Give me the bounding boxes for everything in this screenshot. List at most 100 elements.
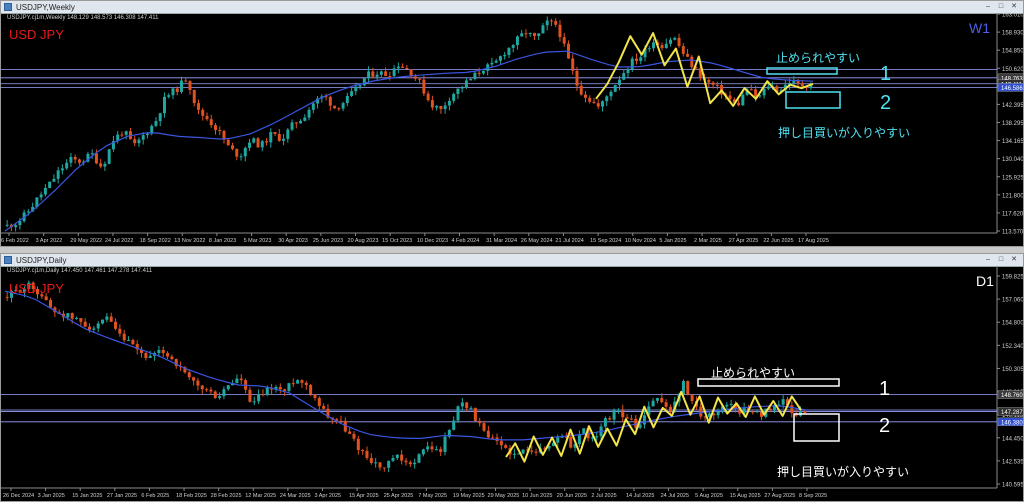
candle-body: [669, 39, 673, 44]
candle-body: [175, 88, 179, 92]
candle-body: [498, 56, 502, 61]
candle-body: [354, 86, 358, 92]
x-tick-label: 17 Aug 2025: [798, 238, 829, 244]
candle-body: [673, 37, 677, 40]
candle-body: [287, 383, 291, 391]
candle-body: [277, 134, 281, 141]
candle-body: [469, 78, 473, 81]
candle-body: [664, 43, 668, 49]
candle-body: [382, 467, 386, 469]
candle-body: [131, 340, 135, 345]
x-tick-label: 24 Jul 2025: [661, 493, 689, 499]
candle-body: [762, 88, 766, 96]
close-button[interactable]: ✕: [1009, 256, 1019, 264]
x-tick-label: 27 Aug 2025: [764, 493, 795, 499]
window-title: USDJPY,Weekly: [16, 2, 75, 12]
x-tick-label: 7 May 2025: [418, 493, 447, 499]
candle-body: [235, 148, 239, 157]
candle-body: [504, 445, 508, 448]
candle-body: [345, 95, 349, 104]
daily-price-chart[interactable]: 159.825157.060154.800152.340150.305148.0…: [1, 266, 1024, 502]
x-tick-label: 24 Jul 2022: [105, 238, 133, 244]
x-tick-label: 13 Nov 2022: [174, 238, 205, 244]
symbol-label: USD JPY: [9, 281, 64, 296]
candle-body: [583, 94, 587, 98]
candle-body: [621, 409, 625, 418]
minimize-button[interactable]: –: [983, 256, 993, 264]
candle-body: [170, 356, 174, 360]
candle-body: [421, 449, 425, 455]
weekly-price-chart[interactable]: 163.010158.930154.850150.620146.515142.3…: [1, 13, 1024, 247]
daily-chart-window[interactable]: USDJPY,Daily – □ ✕ 159.825 157.060 154.800…: [0, 253, 1024, 502]
x-tick-label: 15 Apr 2025: [349, 493, 379, 499]
close-button[interactable]: ✕: [1009, 3, 1019, 11]
candle-body: [384, 71, 388, 77]
candle-body: [365, 450, 369, 458]
x-tick-label: 2 Jul 2025: [591, 493, 616, 499]
candle-body: [235, 378, 239, 384]
candle-body: [613, 85, 617, 92]
support-annotation-text: 押し目買いが入りやすい: [778, 125, 910, 140]
maximize-button[interactable]: □: [996, 3, 1006, 11]
candle-body: [754, 89, 758, 97]
candle-body: [350, 91, 354, 96]
x-tick-label: 2 Mar 2025: [694, 238, 722, 244]
candle-body: [481, 70, 485, 74]
candle-body: [642, 415, 646, 425]
candle-body: [367, 71, 371, 79]
resistance-zone-box: [697, 378, 840, 387]
candle-body: [392, 68, 396, 77]
weekly-chart-window[interactable]: USDJPY,Weekly – □ ✕ 163.010 158.930 154.85…: [0, 0, 1024, 247]
candle-body: [439, 449, 443, 452]
y-tick-label: 152.340: [1002, 344, 1024, 350]
x-tick-label: 3 Apr 2022: [36, 238, 63, 244]
candle-body: [213, 391, 217, 398]
price-tag-label: 146.380: [1001, 420, 1023, 426]
x-tick-label: 12 Mar 2025: [245, 493, 276, 499]
candle-body: [668, 406, 672, 412]
candle-body: [465, 402, 469, 409]
candle-body: [222, 389, 226, 397]
candle-body: [507, 47, 511, 56]
candle-body: [534, 451, 538, 453]
candle-body: [252, 138, 256, 143]
candle-body: [608, 418, 612, 420]
candle-body: [162, 96, 166, 114]
candle-body: [313, 394, 317, 398]
maximize-button[interactable]: □: [996, 256, 1006, 264]
candle-body: [430, 446, 434, 450]
candle-body: [418, 78, 422, 80]
candle-body: [148, 355, 152, 359]
candle-body: [101, 319, 105, 324]
candle-body: [122, 333, 126, 341]
candle-body: [690, 56, 694, 68]
candle-body: [404, 460, 408, 463]
candle-body: [154, 121, 158, 126]
minimize-button[interactable]: –: [983, 3, 993, 11]
candle-body: [105, 316, 109, 320]
y-tick-label: 134.165: [1002, 139, 1024, 145]
candle-body: [144, 352, 148, 359]
candle-body: [307, 109, 311, 118]
candle-body: [729, 403, 733, 405]
candle-body: [273, 132, 277, 135]
candle-body: [677, 37, 681, 47]
candle-body: [577, 434, 581, 445]
candle-body: [374, 462, 378, 464]
x-tick-label: 24 Mar 2025: [280, 493, 311, 499]
candle-body: [601, 101, 604, 107]
candle-body: [456, 88, 460, 94]
x-tick-label: 15 Sep 2024: [590, 238, 621, 244]
x-tick-label: 28 Feb 2025: [211, 493, 242, 499]
candle-body: [652, 42, 656, 49]
candle-body: [447, 100, 451, 106]
candle-body: [660, 45, 664, 49]
candle-body: [166, 353, 170, 357]
candle-body: [304, 382, 308, 386]
x-tick-label: 3 Apr 2025: [314, 493, 341, 499]
candle-body: [375, 74, 379, 77]
resistance-annotation-text: 止められやすい: [711, 366, 795, 380]
candle-body: [171, 88, 175, 96]
candle-body: [39, 194, 43, 198]
candle-body: [549, 20, 553, 22]
